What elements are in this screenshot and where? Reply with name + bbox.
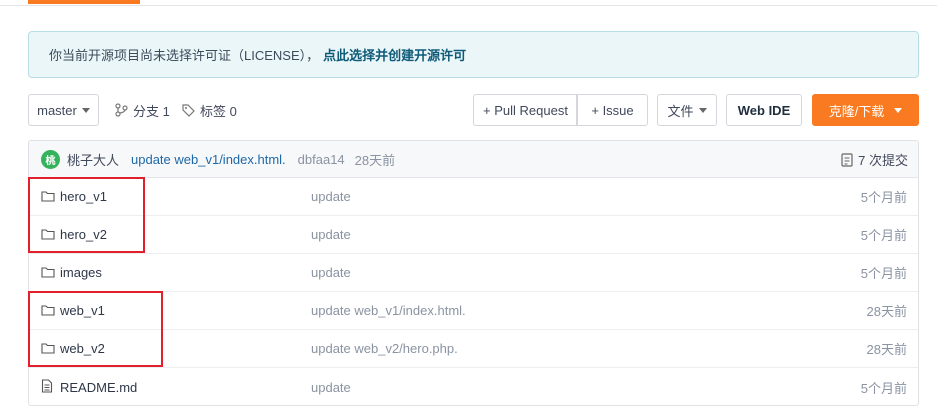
branch-select[interactable]: master — [28, 94, 99, 126]
table-row[interactable]: web_v2 update web_v2/hero.php. 28天前 — [29, 330, 918, 368]
commit-time: 28天前 — [354, 152, 396, 168]
file-name[interactable]: web_v1 — [60, 303, 105, 318]
folder-icon — [41, 305, 55, 316]
tags-count: 标签 0 — [200, 103, 237, 119]
table-row[interactable]: hero_v1 update 5个月前 — [29, 178, 918, 216]
table-row[interactable]: hero_v2 update 5个月前 — [29, 216, 918, 254]
file-commit-message[interactable]: update — [311, 227, 351, 242]
chevron-down-icon — [894, 107, 903, 113]
repo-page: 你当前开源项目尚未选择许可证（LICENSE）， 点此选择并创建开源许可 mas… — [0, 0, 937, 420]
latest-commit-bar: 桃 桃子大人 update web_v1/index.html. dbfaa14… — [29, 141, 918, 178]
file-commit-time: 5个月前 — [860, 380, 907, 396]
license-notice: 你当前开源项目尚未选择许可证（LICENSE）， 点此选择并创建开源许可 — [28, 31, 919, 78]
folder-icon — [41, 191, 55, 202]
branch-select-label: master — [37, 102, 77, 118]
file-commit-message[interactable]: update web_v1/index.html. — [311, 303, 466, 318]
license-notice-text: 你当前开源项目尚未选择许可证（LICENSE）， — [49, 48, 320, 63]
issue-button[interactable]: + Issue — [577, 94, 648, 126]
pull-request-button[interactable]: + Pull Request — [473, 94, 577, 126]
table-row[interactable]: README.md update 5个月前 — [29, 368, 918, 405]
clone-download-label: 克隆/下载 — [828, 103, 885, 119]
file-name[interactable]: hero_v2 — [60, 227, 107, 242]
web-ide-button[interactable]: Web IDE — [726, 94, 802, 126]
folder-icon — [41, 343, 55, 354]
file-commit-time: 5个月前 — [860, 228, 907, 243]
create-license-link[interactable]: 点此选择并创建开源许可 — [323, 45, 466, 64]
file-menu-button[interactable]: 文件 — [657, 94, 717, 126]
file-commit-time: 5个月前 — [860, 266, 907, 281]
file-table: 桃 桃子大人 update web_v1/index.html. dbfaa14… — [28, 140, 919, 406]
commit-sha[interactable]: dbfaa14 — [298, 152, 345, 167]
file-name[interactable]: README.md — [60, 380, 137, 395]
active-tab-indicator — [28, 0, 140, 4]
branches-count: 分支 1 — [133, 103, 170, 119]
folder-icon — [41, 229, 55, 240]
top-tab-bar — [0, 0, 937, 6]
issue-label: + Issue — [591, 102, 634, 118]
branches-link[interactable]: 分支 1 — [115, 94, 170, 126]
commit-count-link[interactable]: 7 次提交 — [841, 141, 908, 178]
pull-request-label: + Pull Request — [483, 102, 568, 118]
file-name[interactable]: images — [60, 265, 102, 280]
file-commit-message[interactable]: update — [311, 189, 351, 204]
file-commit-message[interactable]: update — [311, 380, 351, 395]
file-commit-message[interactable]: update — [311, 265, 351, 280]
file-icon — [41, 379, 53, 393]
folder-icon — [41, 267, 55, 278]
web-ide-label: Web IDE — [737, 102, 791, 118]
tag-icon — [182, 103, 195, 117]
commit-author[interactable]: 桃子大人 — [67, 150, 119, 169]
commit-count: 7 次提交 — [858, 153, 908, 168]
table-row[interactable]: web_v1 update web_v1/index.html. 28天前 — [29, 292, 918, 330]
file-name[interactable]: hero_v1 — [60, 189, 107, 204]
commit-message-link[interactable]: update web_v1/index.html. — [131, 152, 286, 167]
table-row[interactable]: images update 5个月前 — [29, 254, 918, 292]
chevron-down-icon — [81, 107, 90, 113]
file-commit-time: 28天前 — [866, 304, 907, 319]
commits-icon — [841, 152, 853, 167]
file-commit-message[interactable]: update web_v2/hero.php. — [311, 341, 458, 356]
repo-toolbar: master 分支 1 标签 0 + Pull Request + Issue … — [28, 94, 919, 126]
file-name[interactable]: web_v2 — [60, 341, 105, 356]
file-commit-time: 5个月前 — [860, 190, 907, 205]
branch-icon — [115, 103, 128, 117]
avatar[interactable]: 桃 — [41, 149, 60, 169]
file-commit-time: 28天前 — [866, 342, 907, 357]
chevron-down-icon — [698, 107, 707, 113]
clone-download-button[interactable]: 克隆/下载 — [812, 94, 919, 126]
file-menu-label: 文件 — [667, 103, 694, 119]
tags-link[interactable]: 标签 0 — [182, 94, 237, 126]
